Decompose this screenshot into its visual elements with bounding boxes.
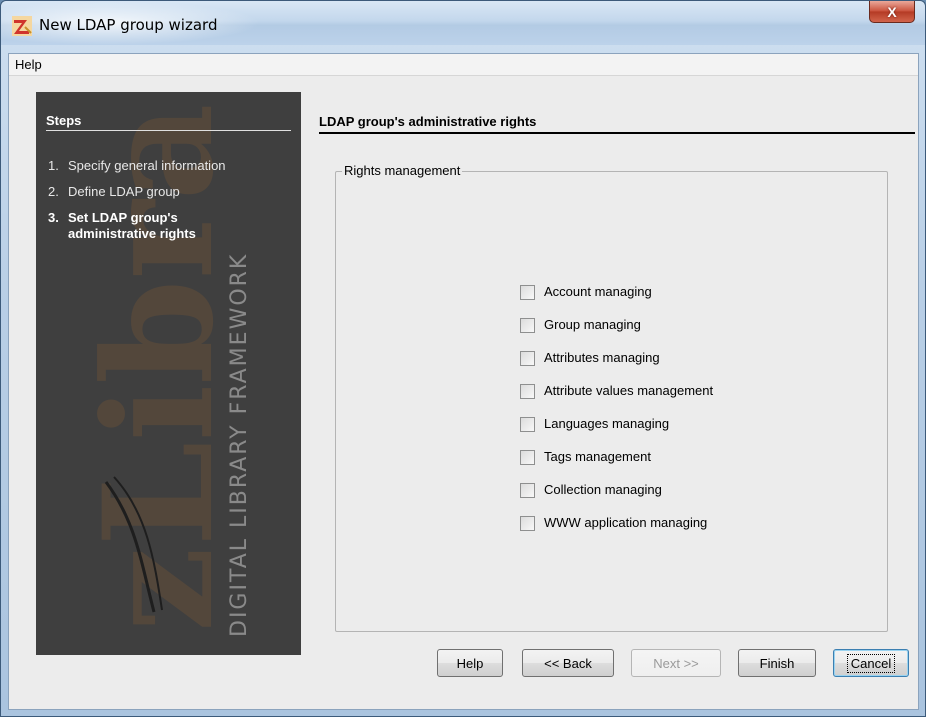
checkbox-label[interactable]: Group managing [544,317,641,332]
page-title: LDAP group's administrative rights [319,114,537,129]
checkbox-www-application-managing[interactable]: WWW application managing [520,515,713,548]
checkbox[interactable] [520,516,535,531]
close-icon: X [887,3,897,20]
steps-sidebar: zLibra DIGITAL LIBRARY FRAMEWORK Steps 1… [36,92,301,655]
menu-bar: Help [9,54,918,76]
step-1: 1. Specify general information [48,158,226,174]
title-bar[interactable]: New LDAP group wizard X [1,1,925,45]
watermark-logo-text: zLibra [71,103,247,632]
checkbox-collection-managing[interactable]: Collection managing [520,482,713,515]
wizard-window: New LDAP group wizard X Help zLibra DIGI… [0,0,926,717]
checkbox[interactable] [520,351,535,366]
finish-button-label: Finish [759,655,795,671]
watermark-subtext: DIGITAL LIBRARY FRAMEWORK [227,253,252,637]
back-button-label: << Back [544,655,592,671]
steps-heading: Steps [46,113,82,128]
step-label-line2: administrative rights [68,226,196,241]
checkbox-tags-management[interactable]: Tags management [520,449,713,482]
window-title: New LDAP group wizard [39,16,218,34]
steps-divider [46,130,291,131]
checkbox[interactable] [520,483,535,498]
help-button-label: Help [456,655,484,671]
checkbox[interactable] [520,285,535,300]
title-divider [319,132,915,134]
cancel-button-label: Cancel [846,653,896,673]
dialog-body: Help zLibra DIGITAL LIBRARY FRAMEWORK St… [8,53,919,710]
checkbox-account-managing[interactable]: Account managing [520,284,713,317]
help-button[interactable]: Help [437,649,503,677]
checkbox[interactable] [520,384,535,399]
step-number: 2. [48,184,59,199]
zlibra-app-icon [12,16,32,36]
back-button[interactable]: << Back [522,649,614,677]
menu-help[interactable]: Help [11,57,46,72]
zlibra-watermark-logo: zLibra DIGITAL LIBRARY FRAMEWORK [71,103,252,637]
checkbox-attributes-managing[interactable]: Attributes managing [520,350,713,383]
checkbox-label[interactable]: Account managing [544,284,652,299]
checkbox-languages-managing[interactable]: Languages managing [520,416,713,449]
cancel-button[interactable]: Cancel [833,649,909,677]
next-button[interactable]: Next >> [631,649,721,677]
step-label-line1: Set LDAP group's [68,210,178,225]
step-number: 1. [48,158,59,173]
checkbox[interactable] [520,318,535,333]
checkbox-label[interactable]: Collection managing [544,482,662,497]
rights-checklist: Account managing Group managing Attribut… [520,284,713,548]
checkbox-label[interactable]: Tags management [544,449,651,464]
step-3-current: 3. Set LDAP group's administrative rights [48,210,196,242]
close-button[interactable]: X [869,1,915,23]
step-label: Define LDAP group [68,184,180,199]
checkbox[interactable] [520,417,535,432]
checkbox-label[interactable]: Languages managing [544,416,669,431]
checkbox-label[interactable]: WWW application managing [544,515,707,530]
step-2: 2. Define LDAP group [48,184,180,200]
checkbox-label[interactable]: Attribute values management [544,383,713,398]
checkbox-label[interactable]: Attributes managing [544,350,660,365]
checkbox-attribute-values-management[interactable]: Attribute values management [520,383,713,416]
checkbox[interactable] [520,450,535,465]
next-button-label: Next >> [653,655,699,671]
rights-management-legend: Rights management [342,163,463,178]
finish-button[interactable]: Finish [738,649,816,677]
checkbox-group-managing[interactable]: Group managing [520,317,713,350]
step-label: Specify general information [68,158,226,173]
step-number: 3. [48,210,59,225]
